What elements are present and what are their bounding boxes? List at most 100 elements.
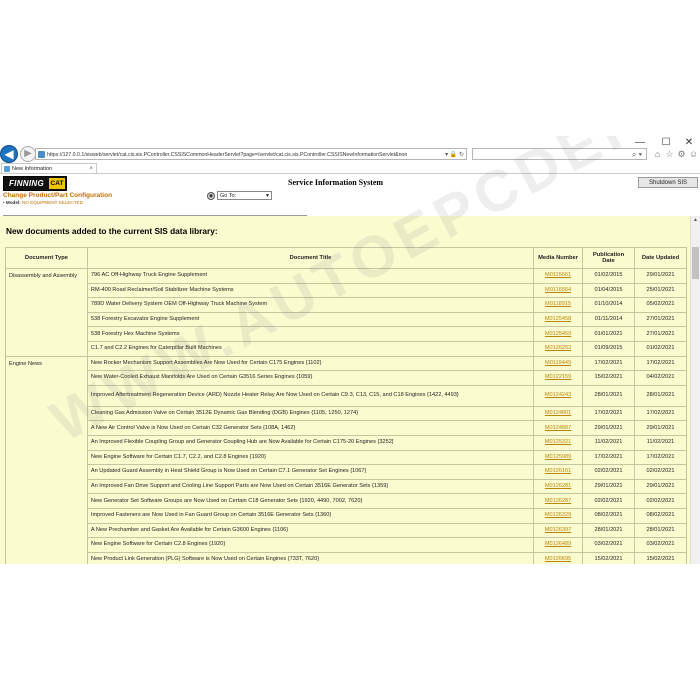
media-number-link[interactable]: M0126161	[545, 468, 571, 474]
media-number-link[interactable]: M0126329	[545, 512, 571, 518]
media-number-cell: M0126329	[533, 507, 584, 524]
address-bar[interactable]: https://127.0.0.1/sisweb/servlet/cat.cis…	[35, 148, 467, 160]
date-updated-cell: 28/01/2021	[634, 522, 687, 539]
media-number-link[interactable]: M0125458	[545, 316, 571, 322]
date-updated-cell: 29/01/2021	[634, 420, 687, 436]
media-number-cell: M0115661	[533, 268, 584, 284]
scrollbar[interactable]: ▲	[690, 216, 700, 564]
smiley-icon[interactable]: ☺	[688, 148, 699, 160]
date-updated-cell: 17/02/2021	[634, 405, 687, 422]
document-title-cell: A New Prechamber and Gasket Are Availabl…	[86, 522, 535, 539]
document-title-cell: RM-400 Road Reclaimer/Soil Stabilizer Ma…	[86, 282, 535, 299]
media-number-link[interactable]: M0115661	[545, 272, 571, 278]
media-number-link[interactable]: M0126397	[545, 527, 571, 533]
table-row: Cleaning Gas Admission Valve on Certain …	[6, 405, 687, 422]
publication-date-cell: 01/11/2014	[582, 311, 635, 328]
media-number-cell: M0126287	[533, 493, 584, 509]
media-number-link[interactable]: M0119449	[545, 360, 571, 366]
media-number-link[interactable]: M0118915	[545, 301, 571, 307]
star-icon[interactable]: ☆	[664, 148, 675, 160]
document-title-cell: 538 Forestry Excavator Engine Supplement	[86, 311, 535, 328]
media-number-link[interactable]: M0126287	[545, 498, 571, 504]
documents-table: Document Type Document Title Media Numbe…	[5, 247, 687, 564]
shutdown-sis-button[interactable]: Shutdown SIS	[638, 177, 698, 188]
media-number-link[interactable]: M0124801	[545, 410, 571, 416]
media-number-cell: M0119449	[533, 355, 584, 372]
media-number-cell: M0124243	[533, 384, 584, 407]
content-heading: New documents added to the current SIS d…	[6, 226, 218, 236]
date-updated-cell: 02/02/2021	[634, 493, 687, 509]
home-icon[interactable]: ⌂	[652, 148, 663, 160]
media-number-link[interactable]: M0122159	[545, 374, 571, 380]
scroll-up-icon[interactable]: ▲	[691, 216, 700, 225]
media-number-link[interactable]: M0126253	[545, 345, 571, 351]
date-updated-cell: 29/01/2021	[634, 478, 687, 495]
media-number-link[interactable]: M0126695	[545, 556, 571, 562]
media-number-cell: M0126281	[533, 478, 584, 495]
media-number-link[interactable]: M0124243	[545, 392, 571, 398]
publication-date-cell: 01/10/2014	[582, 297, 635, 313]
media-number-cell: M0118915	[533, 297, 584, 313]
media-number-cell: M0124887	[533, 420, 584, 436]
media-number-cell: M0125458	[533, 311, 584, 328]
model-line: • Model: NO EQUIPMENT SELECTED	[3, 200, 83, 205]
scrollbar-thumb[interactable]	[692, 247, 699, 279]
date-updated-cell: 04/02/2021	[634, 370, 687, 386]
document-title-cell: New Product Link Generation (PLG) Softwa…	[86, 551, 535, 564]
table-row: Engine News New Rocker Mechanism Support …	[5, 355, 687, 564]
date-updated-cell: 27/01/2021	[634, 326, 687, 342]
search-icon[interactable]: ⌕ ▾	[632, 149, 642, 160]
table-row: An Updated Guard Assembly in Heat Shield…	[6, 464, 687, 480]
date-updated-cell: 15/02/2021	[634, 551, 687, 564]
table-header-row: Document Type Document Title Media Numbe…	[5, 247, 687, 269]
publication-date-cell: 17/02/2021	[582, 449, 635, 466]
document-title-cell: New Generator Set Software Groups are No…	[86, 493, 535, 509]
media-number-link[interactable]: M0126489	[545, 541, 571, 547]
media-number-link[interactable]: M0125989	[545, 454, 571, 460]
goto-label: Go To:	[220, 193, 237, 199]
publication-date-cell: 29/01/2021	[582, 420, 635, 436]
media-number-cell: M0124801	[533, 405, 584, 422]
document-title-cell: An Updated Guard Assembly in Heat Shield…	[86, 464, 535, 480]
table-row: A New Air Control Valve is Now Used on C…	[6, 420, 687, 436]
media-number-link[interactable]: M0116564	[545, 287, 571, 293]
table-row: New Generator Set Software Groups are No…	[6, 493, 687, 509]
tab-new-information[interactable]: New Information ×	[1, 163, 97, 173]
document-title-cell: 789D Water Delivery System OEM Off-Highw…	[86, 297, 535, 313]
tab-close-icon[interactable]: ×	[89, 164, 93, 174]
main-content: New documents added to the current SIS d…	[0, 216, 690, 564]
change-configuration-link[interactable]: Change Product/Part Configuration	[3, 192, 112, 199]
publication-date-cell: 17/02/2021	[582, 355, 635, 372]
media-number-cell: M0126397	[533, 522, 584, 539]
date-updated-cell: 08/02/2021	[634, 507, 687, 524]
finning-cat-logo: FINNING CAT	[3, 176, 67, 191]
search-input[interactable]: ⌕ ▾	[472, 148, 647, 160]
media-number-link[interactable]: M0124887	[545, 425, 571, 431]
publication-date-cell: 08/02/2021	[582, 507, 635, 524]
media-number-cell: M0126695	[533, 551, 584, 564]
media-number-link[interactable]: M0126281	[545, 483, 571, 489]
media-number-link[interactable]: M0125321	[545, 439, 571, 445]
media-number-link[interactable]: M0125459	[545, 331, 571, 337]
table-row: New Engine Software for Certain C1.7, C2…	[6, 449, 687, 466]
document-title-cell: New Engine Software for Certain C1.7, C2…	[86, 449, 535, 466]
media-number-cell: M0125321	[533, 434, 584, 451]
goto-select[interactable]: Go To: ▼	[217, 191, 272, 200]
media-number-cell: M0125459	[533, 326, 584, 342]
gear-icon[interactable]: ⚙	[676, 148, 687, 160]
column-header-document-title: Document Title	[86, 247, 535, 269]
tab-title: New Information	[12, 166, 53, 172]
table-body: Disassembly and Assembly 796 AC Off-Highw…	[5, 268, 687, 564]
back-button[interactable]: ◀	[0, 145, 18, 163]
publication-date-cell: 11/02/2021	[582, 434, 635, 451]
date-updated-cell: 17/02/2021	[634, 449, 687, 466]
publication-date-cell: 01/09/2015	[582, 340, 635, 357]
address-tools[interactable]: ▾ 🔒 ↻	[442, 149, 464, 159]
goto-icon: ◉	[207, 192, 215, 200]
document-type-cell: Engine News	[5, 355, 88, 564]
date-updated-cell: 11/02/2021	[634, 434, 687, 451]
media-number-cell: M0126253	[533, 340, 584, 357]
date-updated-cell: 17/02/2021	[634, 355, 687, 372]
forward-button[interactable]: ▶	[20, 146, 36, 162]
table-row: 538 Forestry Excavator Engine Supplement…	[6, 311, 687, 328]
